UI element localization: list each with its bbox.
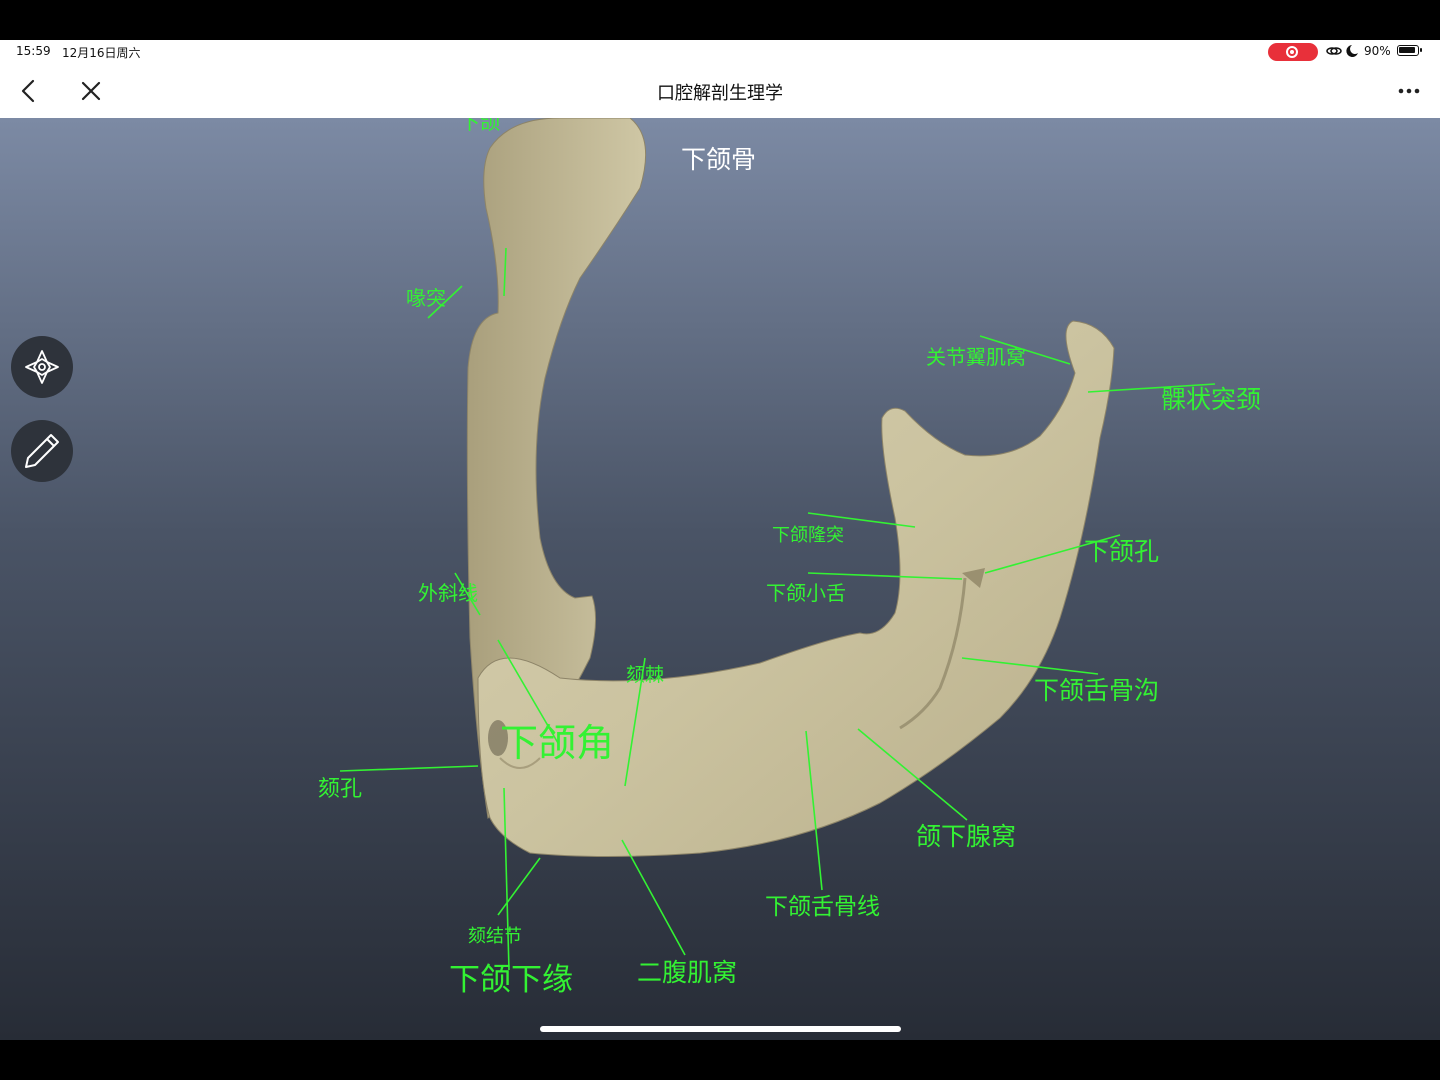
nav-bar: 口腔解剖生理学 — [0, 64, 1440, 119]
record-icon — [1286, 46, 1298, 58]
label-digastric-fossa: 二腹肌窝 — [637, 958, 738, 987]
label-mental-tubercle: 颏结节 — [468, 926, 522, 947]
label-mandibular-angle: 下颌角 — [500, 721, 615, 765]
close-button[interactable] — [76, 76, 106, 106]
label-lingula: 下颌小舌 — [766, 581, 846, 605]
pencil-icon — [25, 434, 59, 468]
page-title: 口腔解剖生理学 — [657, 83, 783, 104]
link-moon-icons — [1326, 45, 1358, 57]
mandible-model[interactable] — [0, 118, 1440, 1040]
label-condyle-neck: 髁状突颈 — [1161, 385, 1262, 414]
label-mental-foramen: 颏孔 — [318, 777, 363, 802]
label-mylohyoid-groove: 下颌舌骨沟 — [1034, 676, 1160, 705]
back-button[interactable] — [14, 76, 44, 106]
chevron-left-icon — [21, 79, 35, 103]
rotate-tool-button[interactable] — [11, 336, 73, 398]
status-icons — [1326, 43, 1360, 62]
status-time: 15:59 — [16, 44, 51, 58]
close-icon — [81, 81, 101, 101]
screen-recording-indicator[interactable] — [1268, 43, 1318, 61]
label-top-cut: 下颌 — [460, 118, 500, 134]
label-mandibular-torus: 下颌隆突 — [772, 525, 844, 546]
model-title: 下颌骨 — [681, 145, 757, 174]
more-button[interactable] — [1394, 76, 1424, 106]
3d-model-viewer[interactable]: 下颌骨 下颌 喙突 关节翼肌窝 髁状突颈 下颌隆突 下颌孔 下颌小舌 外斜线 颏… — [0, 118, 1440, 1040]
label-submandibular-fossa: 颌下腺窝 — [916, 822, 1017, 851]
status-bar: 15:59 12月16日周六 90% — [0, 40, 1440, 64]
battery-icon — [1397, 45, 1422, 56]
label-lower-border: 下颌下缘 — [449, 962, 573, 998]
more-dots-icon — [1398, 88, 1420, 94]
label-mylohyoid-line: 下颌舌骨线 — [765, 894, 880, 920]
label-oblique-line: 外斜线 — [418, 583, 478, 603]
label-coronoid: 喙突 — [406, 286, 446, 310]
draw-tool-button[interactable] — [11, 420, 73, 482]
label-genial-spine: 颏棘 — [626, 664, 665, 686]
rotate-arrows-icon — [25, 350, 59, 384]
battery-percent: 90% — [1364, 44, 1391, 58]
home-indicator[interactable] — [540, 1026, 901, 1032]
status-date: 12月16日周六 — [62, 46, 141, 60]
app-screen: 15:59 12月16日周六 90% 口腔解剖生理学 下颌骨 下颌 喙突 关节翼… — [0, 40, 1440, 1040]
label-mandibular-foramen: 下颌孔 — [1084, 537, 1160, 566]
label-pterygoid-fovea: 关节翼肌窝 — [926, 345, 1026, 369]
